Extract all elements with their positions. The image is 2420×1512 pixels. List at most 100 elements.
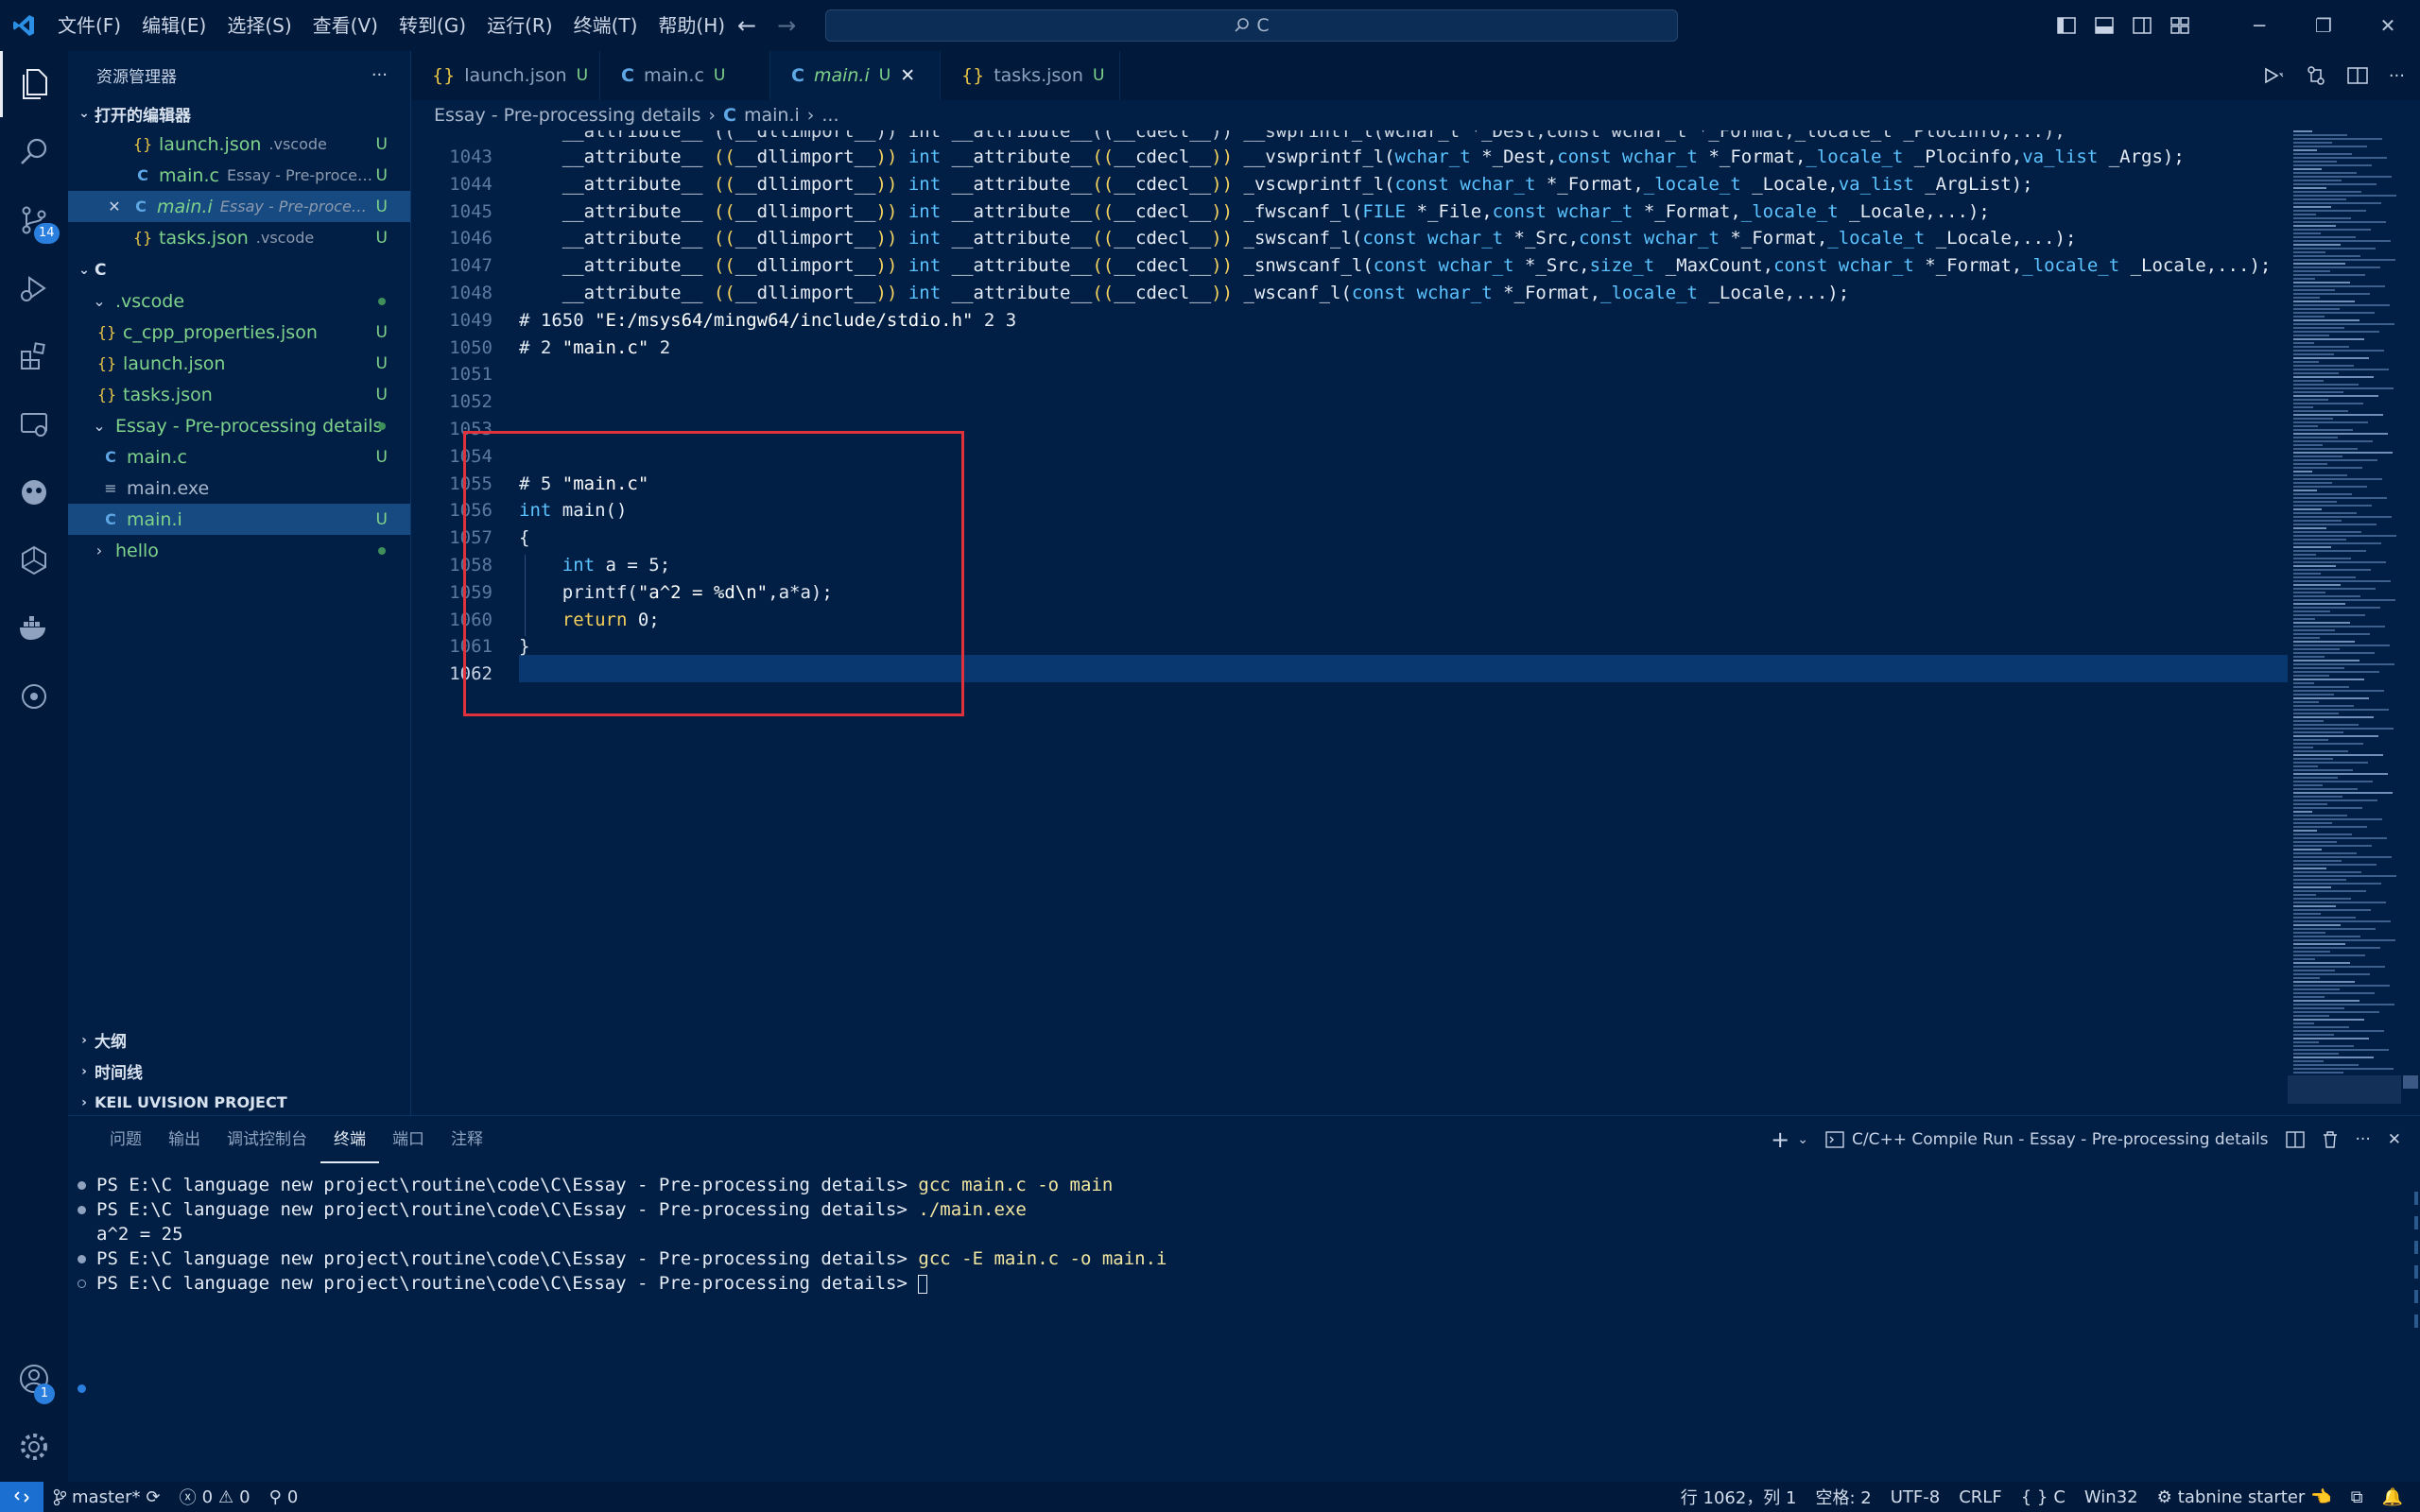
gitlens-icon[interactable] [0,663,68,730]
breadcrumb-symbol[interactable]: ... [821,105,838,126]
breadcrumb-file[interactable]: main.i [744,105,800,126]
open-editor-launch-json[interactable]: {} launch.json .vscode U [68,129,410,160]
tab-launch-json[interactable]: {} launch.json U [411,51,600,100]
restore-icon[interactable]: ❐ [2291,0,2356,51]
sync-icon[interactable]: ⟳ [146,1487,160,1507]
menu-go[interactable]: 转到(G) [389,0,476,51]
tab-label: main.c [643,65,704,86]
toggle-panel-icon[interactable] [2085,0,2123,51]
more-actions-icon[interactable]: ··· [372,65,388,85]
settings-gear-icon[interactable] [0,1414,68,1480]
remote-indicator-icon[interactable] [0,1482,43,1512]
keil-project-section-header[interactable]: › KEIL UVISION PROJECT [68,1087,410,1118]
copilot-chat-icon[interactable] [0,459,68,525]
tree-file-main-i[interactable]: C main.i U [68,504,410,535]
run-code-icon[interactable] [2262,66,2285,85]
tabnine-status[interactable]: ⚙ tabnine starter 👈 [2148,1487,2342,1507]
minimap-viewport[interactable] [2288,1075,2401,1104]
tree-file-launch-json[interactable]: {} launch.json U [68,348,410,379]
explorer-icon[interactable] [0,51,68,117]
kill-terminal-trash-icon[interactable] [2322,1130,2339,1149]
editor-more-icon[interactable]: ··· [2389,66,2405,86]
close-panel-icon[interactable]: ✕ [2388,1130,2401,1149]
customize-layout-icon[interactable] [2161,0,2199,51]
cursor-position[interactable]: 行 1062，列 1 [1671,1485,1806,1509]
editor-scrollbar[interactable] [2401,130,2420,1113]
close-window-icon[interactable]: ✕ [2356,0,2420,51]
menu-run[interactable]: 运行(R) [476,0,563,51]
back-arrow-icon[interactable]: ← [737,12,756,39]
minimap-line [2293,1004,2394,1005]
tab-output[interactable]: 输出 [155,1116,214,1163]
menu-edit[interactable]: 编辑(E) [131,0,216,51]
indentation[interactable]: 空格: 2 [1806,1485,1880,1509]
copilot-icon[interactable]: ⧉ [2342,1487,2373,1507]
encoding[interactable]: UTF-8 [1881,1487,1949,1507]
tree-file-main-c[interactable]: C main.c U [68,441,410,472]
tree-file-tasks-json[interactable]: {} tasks.json U [68,379,410,410]
panel-more-icon[interactable]: ··· [2356,1130,2371,1149]
menu-terminal[interactable]: 终端(T) [563,0,648,51]
split-terminal-icon[interactable] [2285,1131,2305,1148]
problems-status[interactable]: ⓧ 0 ⚠ 0 [170,1485,260,1509]
open-editor-main-i[interactable]: ✕ C main.i Essay - Pre-process... U [68,191,410,222]
forward-arrow-icon[interactable]: → [777,12,796,39]
menu-help[interactable]: 帮助(H) [648,0,735,51]
git-branch[interactable]: master* ⟳ [43,1487,170,1507]
json-file-icon: {} [961,65,985,86]
tab-tasks-json[interactable]: {} tasks.json U [941,51,1120,100]
tab-main-c[interactable]: C main.c U [600,51,770,100]
chevron-down-icon[interactable]: ⌄ [1797,1132,1808,1147]
menu-selection[interactable]: 选择(S) [216,0,302,51]
platform[interactable]: Win32 [2075,1487,2148,1507]
cmake-icon[interactable] [0,527,68,593]
tab-comments[interactable]: 注释 [438,1116,496,1163]
terminal-task[interactable]: C/C++ Compile Run - Essay - Pre-processi… [1825,1130,2269,1149]
terminal-output[interactable]: PS E:\C language new project\routine\cod… [68,1173,2337,1296]
open-editors-header[interactable]: ⌄ 打开的编辑器 [68,98,410,129]
tree-folder-vscode[interactable]: ⌄ .vscode [68,285,410,317]
new-terminal-icon[interactable]: + [1771,1126,1789,1153]
tab-close-icon[interactable]: ✕ [900,65,915,86]
tree-folder-essay[interactable]: ⌄ Essay - Pre-processing details [68,410,410,441]
toggle-secondary-sidebar-icon[interactable] [2123,0,2161,51]
folder-c-header[interactable]: ⌄ C [68,255,410,285]
tree-file-c-cpp-properties[interactable]: {} c_cpp_properties.json U [68,317,410,348]
tab-debug-console[interactable]: 调试控制台 [214,1116,320,1163]
git-status: U [375,197,388,216]
language-mode[interactable]: { } C [2012,1487,2075,1507]
scrollbar-thumb[interactable] [2403,1075,2418,1089]
minimap-line [2293,777,2338,779]
open-editor-main-c[interactable]: C main.c Essay - Pre-proces... U [68,160,410,191]
split-editor-icon[interactable] [2347,66,2368,85]
remote-explorer-icon[interactable] [0,391,68,457]
close-icon[interactable]: ✕ [104,198,125,215]
tab-main-i[interactable]: C main.i U ✕ [770,51,941,100]
c-file-icon: C [621,65,634,86]
minimap[interactable] [2288,130,2401,1113]
docker-icon[interactable] [0,595,68,662]
run-debug-icon[interactable] [0,255,68,321]
breadcrumb-folder[interactable]: Essay - Pre-processing details [434,105,700,126]
notifications-bell-icon[interactable]: 🔔 [2373,1487,2412,1507]
tab-terminal[interactable]: 终端 [320,1116,379,1163]
compare-changes-icon[interactable] [2306,65,2326,86]
menu-file[interactable]: 文件(F) [47,0,131,51]
tree-folder-hello[interactable]: › hello [68,535,410,566]
timeline-section-header[interactable]: › 时间线 [68,1056,410,1087]
open-editor-tasks-json[interactable]: {} tasks.json .vscode U [68,222,410,253]
tab-ports[interactable]: 端口 [379,1116,438,1163]
source-control-icon[interactable]: 14 [0,187,68,253]
tab-problems[interactable]: 问题 [96,1116,155,1163]
command-center-search[interactable]: C [825,9,1678,42]
menu-view[interactable]: 查看(V) [302,0,389,51]
minimize-icon[interactable]: ─ [2227,0,2291,51]
accounts-icon[interactable]: 1 [0,1346,68,1412]
extensions-icon[interactable] [0,323,68,389]
ports-status[interactable]: ⚲ 0 [260,1487,308,1507]
end-of-line[interactable]: CRLF [1949,1487,2011,1507]
toggle-primary-sidebar-icon[interactable] [2048,0,2085,51]
tree-file-main-exe[interactable]: ≡ main.exe [68,472,410,504]
search-view-icon[interactable] [0,119,68,185]
outline-section-header[interactable]: › 大纲 [68,1024,410,1056]
